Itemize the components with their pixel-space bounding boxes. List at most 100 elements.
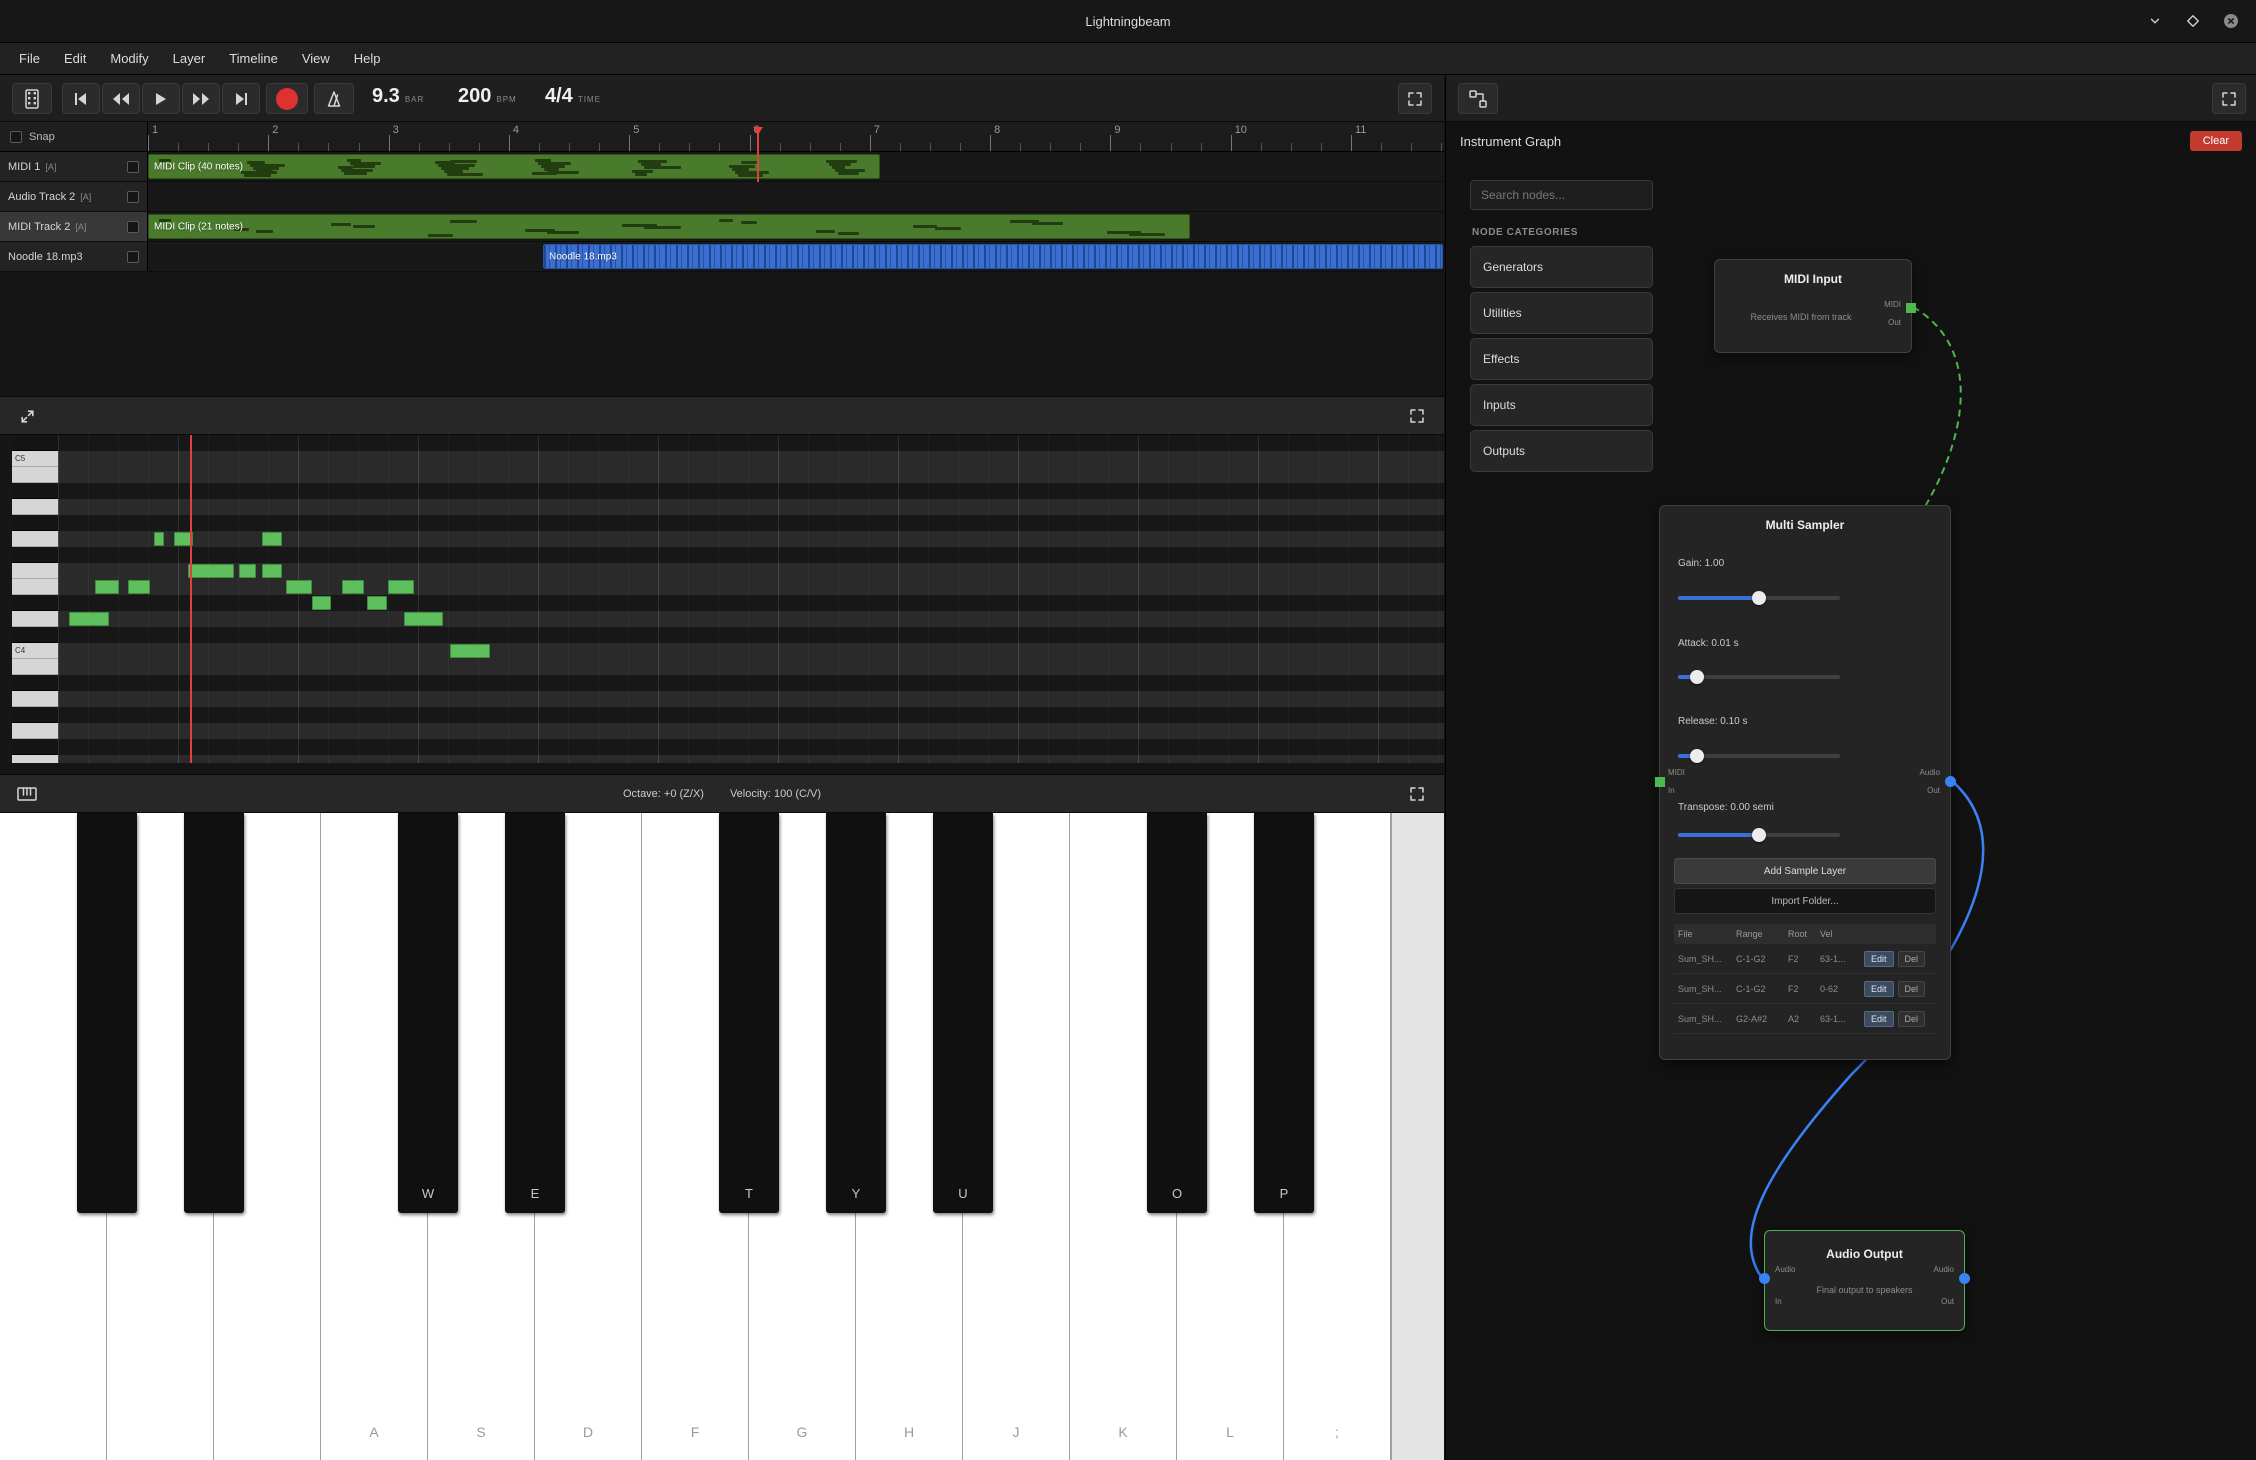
midi-note[interactable] — [388, 580, 414, 594]
menu-timeline[interactable]: Timeline — [218, 47, 289, 70]
piano-roll-playhead[interactable] — [190, 435, 192, 763]
expand-timeline-icon[interactable] — [1398, 83, 1432, 114]
audio-out-port[interactable] — [1959, 1273, 1970, 1284]
del-button[interactable]: Del — [1898, 1011, 1926, 1027]
midi-note[interactable] — [286, 580, 312, 594]
black-key-11[interactable]: O — [1147, 813, 1207, 1213]
black-key-1[interactable] — [77, 813, 137, 1213]
track-label[interactable]: MIDI Track 2[A] — [0, 212, 148, 241]
audio-out-port[interactable] — [1945, 776, 1956, 787]
menu-view[interactable]: View — [291, 47, 341, 70]
piano-roll-key-d#4[interactable] — [12, 595, 58, 611]
maximize-diamond-icon[interactable] — [2184, 12, 2202, 30]
piano-roll-key-b4[interactable] — [12, 467, 58, 483]
black-key-7[interactable]: T — [719, 813, 779, 1213]
track-label[interactable]: MIDI 1[A] — [0, 152, 148, 181]
menu-edit[interactable]: Edit — [53, 47, 97, 70]
film-icon[interactable] — [12, 83, 52, 114]
black-key-5[interactable]: E — [505, 813, 565, 1213]
edit-button[interactable]: Edit — [1864, 951, 1894, 967]
black-key-8[interactable]: Y — [826, 813, 886, 1213]
piano-roll-key-g#4[interactable] — [12, 515, 58, 531]
audio-in-port[interactable] — [1759, 1273, 1770, 1284]
clip-audio[interactable]: Noodle 18.mp3 — [543, 244, 1443, 269]
piano-roll-key-g3[interactable] — [12, 723, 58, 739]
piano-roll-key-c#4[interactable] — [12, 627, 58, 643]
midi-note[interactable] — [95, 580, 119, 594]
midi-note[interactable] — [312, 596, 331, 610]
track-label[interactable]: Audio Track 2[A] — [0, 182, 148, 211]
piano-roll-key-f4[interactable] — [12, 563, 58, 579]
metronome-button[interactable] — [314, 83, 354, 114]
add-sample-layer-button[interactable]: Add Sample Layer — [1674, 858, 1936, 884]
menu-file[interactable]: File — [8, 47, 51, 70]
piano-roll-key-e4[interactable] — [12, 579, 58, 595]
black-key-4[interactable]: W — [398, 813, 458, 1213]
clip-midi[interactable]: MIDI Clip (40 notes) — [148, 154, 880, 179]
node-midi-input[interactable]: MIDI Input Receives MIDI from track MIDI… — [1714, 259, 1912, 353]
timeline-playhead[interactable] — [757, 127, 759, 182]
graph-icon[interactable] — [1458, 83, 1498, 114]
gain-slider[interactable] — [1678, 591, 1840, 605]
track-label[interactable]: Noodle 18.mp3 — [0, 242, 148, 271]
piano-roll-key-b3[interactable] — [12, 659, 58, 675]
midi-note[interactable] — [239, 564, 256, 578]
del-button[interactable]: Del — [1898, 951, 1926, 967]
record-button[interactable] — [266, 83, 308, 114]
del-button[interactable]: Del — [1898, 981, 1926, 997]
expand-keyboard-icon[interactable] — [1402, 781, 1432, 807]
minimize-chevron-icon[interactable] — [2146, 12, 2164, 30]
piano-roll-key-f#3[interactable] — [12, 739, 58, 755]
rewind-button[interactable] — [102, 83, 140, 114]
midi-note[interactable] — [450, 644, 490, 658]
slider-handle[interactable] — [1690, 749, 1704, 763]
midi-note[interactable] — [69, 612, 109, 626]
category-outputs[interactable]: Outputs — [1470, 430, 1653, 472]
slider-handle[interactable] — [1690, 670, 1704, 684]
midi-note[interactable] — [154, 532, 164, 546]
track-lane[interactable] — [148, 182, 1444, 211]
black-key-12[interactable]: P — [1254, 813, 1314, 1213]
midi-out-port[interactable] — [1906, 303, 1916, 313]
edit-button[interactable]: Edit — [1864, 1011, 1894, 1027]
piano-roll-grid[interactable] — [58, 435, 1444, 763]
track-checkbox[interactable] — [127, 221, 139, 233]
midi-note[interactable] — [404, 612, 443, 626]
midi-note[interactable] — [188, 564, 234, 578]
fast-forward-button[interactable] — [182, 83, 220, 114]
piano-roll-key-c5[interactable]: C5 — [12, 451, 58, 467]
piano-roll-key-f#4[interactable] — [12, 547, 58, 563]
search-input[interactable] — [1470, 180, 1653, 210]
slider-handle[interactable] — [1752, 828, 1766, 842]
menu-layer[interactable]: Layer — [162, 47, 217, 70]
node-audio-output[interactable]: Audio Output Final output to speakers Au… — [1764, 1230, 1965, 1331]
close-icon[interactable] — [2222, 12, 2240, 30]
skip-start-button[interactable] — [62, 83, 100, 114]
black-key-9[interactable]: U — [933, 813, 993, 1213]
piano-roll-key-g4[interactable] — [12, 531, 58, 547]
play-button[interactable] — [142, 83, 180, 114]
piano-roll-key-a#3[interactable] — [12, 675, 58, 691]
track-lane[interactable]: Noodle 18.mp3 — [148, 242, 1444, 271]
category-inputs[interactable]: Inputs — [1470, 384, 1653, 426]
clear-button[interactable]: Clear — [2190, 131, 2242, 151]
track-checkbox[interactable] — [127, 251, 139, 263]
fit-view-icon[interactable] — [12, 403, 42, 429]
graph-canvas[interactable]: NODE CATEGORIES GeneratorsUtilitiesEffec… — [1446, 160, 2256, 1460]
piano-roll-key-a4[interactable] — [12, 499, 58, 515]
track-lane[interactable]: MIDI Clip (21 notes) — [148, 212, 1444, 241]
piano-roll-key-a#4[interactable] — [12, 483, 58, 499]
expand-graph-icon[interactable] — [2212, 83, 2246, 114]
midi-note[interactable] — [262, 532, 282, 546]
snap-checkbox[interactable] — [10, 131, 22, 143]
midi-note[interactable] — [128, 580, 150, 594]
attack-slider[interactable] — [1678, 670, 1840, 684]
category-utilities[interactable]: Utilities — [1470, 292, 1653, 334]
track-lane[interactable]: MIDI Clip (40 notes) — [148, 152, 1444, 181]
expand-piano-roll-icon[interactable] — [1402, 403, 1432, 429]
midi-note[interactable] — [262, 564, 282, 578]
import-folder-button[interactable]: Import Folder... — [1674, 888, 1936, 914]
node-multi-sampler[interactable]: Multi Sampler Gain: 1.00 Attack: 0.01 s … — [1659, 505, 1951, 1060]
category-effects[interactable]: Effects — [1470, 338, 1653, 380]
midi-note[interactable] — [342, 580, 364, 594]
